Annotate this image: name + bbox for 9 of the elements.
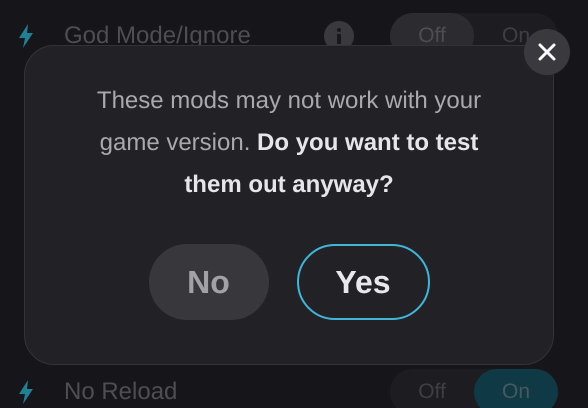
lightning-icon <box>18 24 34 48</box>
lightning-icon <box>18 380 34 404</box>
dialog-message: These mods may not work with your game version. Do you want to test them out anyway? <box>96 86 482 200</box>
yes-button[interactable]: Yes <box>296 244 430 320</box>
close-icon <box>538 43 556 61</box>
toggle-option[interactable]: On <box>474 369 558 408</box>
mod-name: No Reload <box>64 377 178 407</box>
mod-name: God Mode/Ignore <box>64 21 251 51</box>
no-button[interactable]: No <box>148 244 268 320</box>
